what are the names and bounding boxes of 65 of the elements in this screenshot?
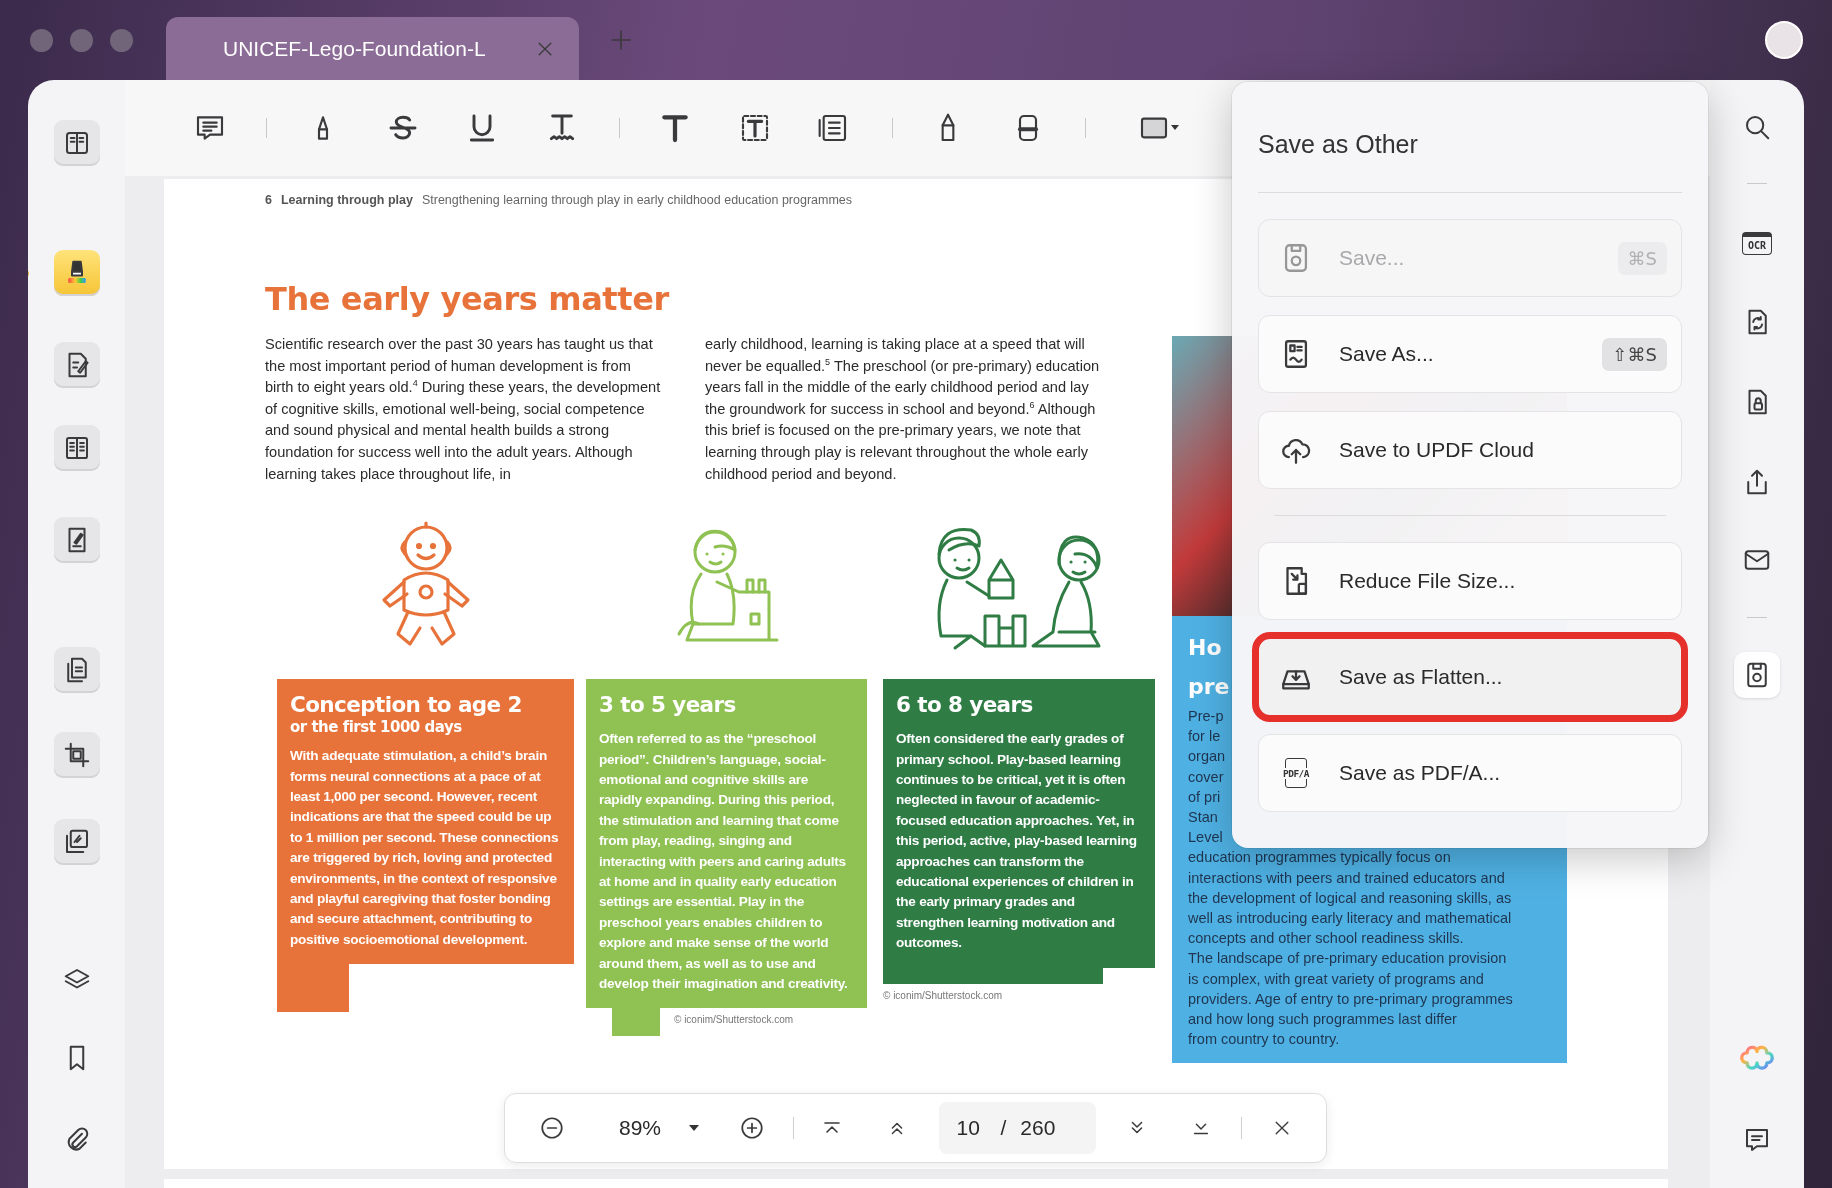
minus-circle-icon (539, 1115, 565, 1141)
menu-item[interactable]: PDF/A Save as PDF/A... (1258, 734, 1682, 812)
image-credit: © iconim/Shutterstock.com (674, 1014, 794, 1026)
page-total: 260 (1020, 1116, 1056, 1140)
save-button[interactable] (1734, 652, 1780, 698)
text-line: for le (1188, 727, 1221, 747)
sidebar-tool-button[interactable] (53, 342, 100, 388)
body-paragraph: early childhood, learning is taking place at a speed that will never be equalled.$^{5}$ The preschool (or pre-primary) education years fall in the middle of the early childhood period and lay the groundwork for success in school and beyond.$^{6}$ Although this brief is focused on the pre-primary years, we note that learning through play is relevant throughout the whole early childhood period and beyond. (705, 335, 1101, 484)
page-number-input[interactable]: 10 (956, 1116, 987, 1140)
page-separator: / (1000, 1116, 1007, 1140)
text-line: concepts and other school readiness skills. (1188, 929, 1464, 949)
text-line: Stan (1188, 808, 1218, 827)
text-line: is complex, with great variety of programs and (1188, 969, 1484, 989)
text-line: providers. Age of entry to pre-primary programmes (1188, 989, 1513, 1009)
running-subtitle: Strengthening learning through play in early childhood education programmes (421, 193, 853, 207)
zoom-level: 89% (619, 1116, 663, 1140)
text-line: of pri (1188, 787, 1221, 807)
text-line: Level (1188, 828, 1223, 848)
card-text: With adequate stimulation, a child’s brain forms neural connections at a pace of at least 1,000 per second. However, recent indications are that the speed could be up to 1 million per second. These connections are triggered by rich, loving and protected environments, in the context of responsive and playful caregiving that foster bonding and secure attachment, contributing to positive socioemotional development. (290, 747, 560, 949)
text-line: Pre-p (1188, 707, 1224, 726)
plus-circle-icon (739, 1115, 765, 1141)
page-heading: The early years matter (265, 279, 669, 319)
plus-icon (609, 28, 633, 52)
menu-item[interactable]: Reduce File Size... (1258, 542, 1682, 620)
ocr-button[interactable]: OCR (1734, 220, 1780, 266)
text-line: organ (1188, 747, 1226, 767)
sidebar-tool-button[interactable] (53, 819, 100, 865)
sidebar-tool-button[interactable] (53, 425, 100, 471)
first-page-icon (824, 1122, 840, 1134)
card-title: 6 to 8 years (896, 691, 1033, 720)
page-number: 6 (265, 193, 272, 207)
card-subtitle: or the first 1000 days (290, 719, 462, 737)
text-line: cover (1188, 767, 1224, 787)
document-tab[interactable]: UNICEF-Lego-Foundation-L (166, 17, 579, 80)
text-line: and how long such programmes last differ (1188, 1010, 1457, 1030)
menu-title: Save as Other (1258, 129, 1418, 160)
body-paragraph: Scientific research over the past 30 years has taught us that the most important period of human development is from birth to eight years old.$^{4}$ During these years, the development of cognitive skills, emotional well-being, social competence and sound physical and mental health builds a strong foundation for success well into the adult years. Although learning takes place throughout life, in (265, 335, 662, 484)
card-title: pre (1188, 673, 1230, 701)
text-list-icon (817, 112, 849, 144)
shortcut-badge: ⌘S (1617, 241, 1667, 275)
card-text: Often considered the early grades of primary school. Play-based learning continues to be critical, yet it is often neglected in favour of academic-focused education approaches. Yet, in this period, active, play-based learning approaches can transform the educational experiences of children in the early primary grades and strengthen learning motivation and outcomes. (896, 730, 1138, 953)
sidebar-tool-button[interactable] (53, 120, 100, 166)
image-credit: © iconim/Shutterstock.com (883, 989, 1003, 1001)
card-text: Often referred to as the “preschool period”. Children’s language, social-emotional and cognitive skills are rapidly expanding. During this period, the stimulation and learning that come from play, reading, singing and interacting with peers and caring adults at home and in quality early education settings are essential. Play in the preschool years enables children to explore and make sense of the world around them, as well as to use and develop their imagination and creativity. (599, 730, 849, 994)
sidebar-tool-button[interactable] (53, 250, 100, 296)
text-line: well as introducing early literacy and mathematical (1188, 909, 1512, 929)
menu-item[interactable]: Save As... ⇧⌘S (1258, 315, 1682, 393)
text-line: from country to country. (1188, 1030, 1340, 1050)
card-title: 3 to 5 years (599, 691, 736, 720)
text-line: education programmes typically focus on (1188, 848, 1451, 868)
text-line: The landscape of pre-primary education provision (1188, 949, 1507, 969)
card-title: Ho (1188, 634, 1222, 662)
text-line: interactions with peers and trained educators and (1188, 868, 1505, 888)
running-title: Learning through play (280, 193, 413, 207)
text-line: the development of logical and reasoning skills, as (1188, 888, 1512, 908)
sidebar-tool-button[interactable] (53, 647, 100, 693)
ocr-icon: OCR (1742, 231, 1772, 255)
sidebar-tool-button[interactable] (53, 517, 100, 563)
sidebar-tool-button[interactable] (53, 732, 100, 778)
shortcut-badge: ⇧⌘S (1602, 337, 1667, 371)
menu-item[interactable]: Save to UPDF Cloud (1258, 411, 1682, 489)
card-title: Conception to age 2 (290, 691, 522, 720)
text-icon (659, 112, 691, 144)
text-box-icon (739, 112, 771, 144)
avatar (1765, 21, 1803, 59)
